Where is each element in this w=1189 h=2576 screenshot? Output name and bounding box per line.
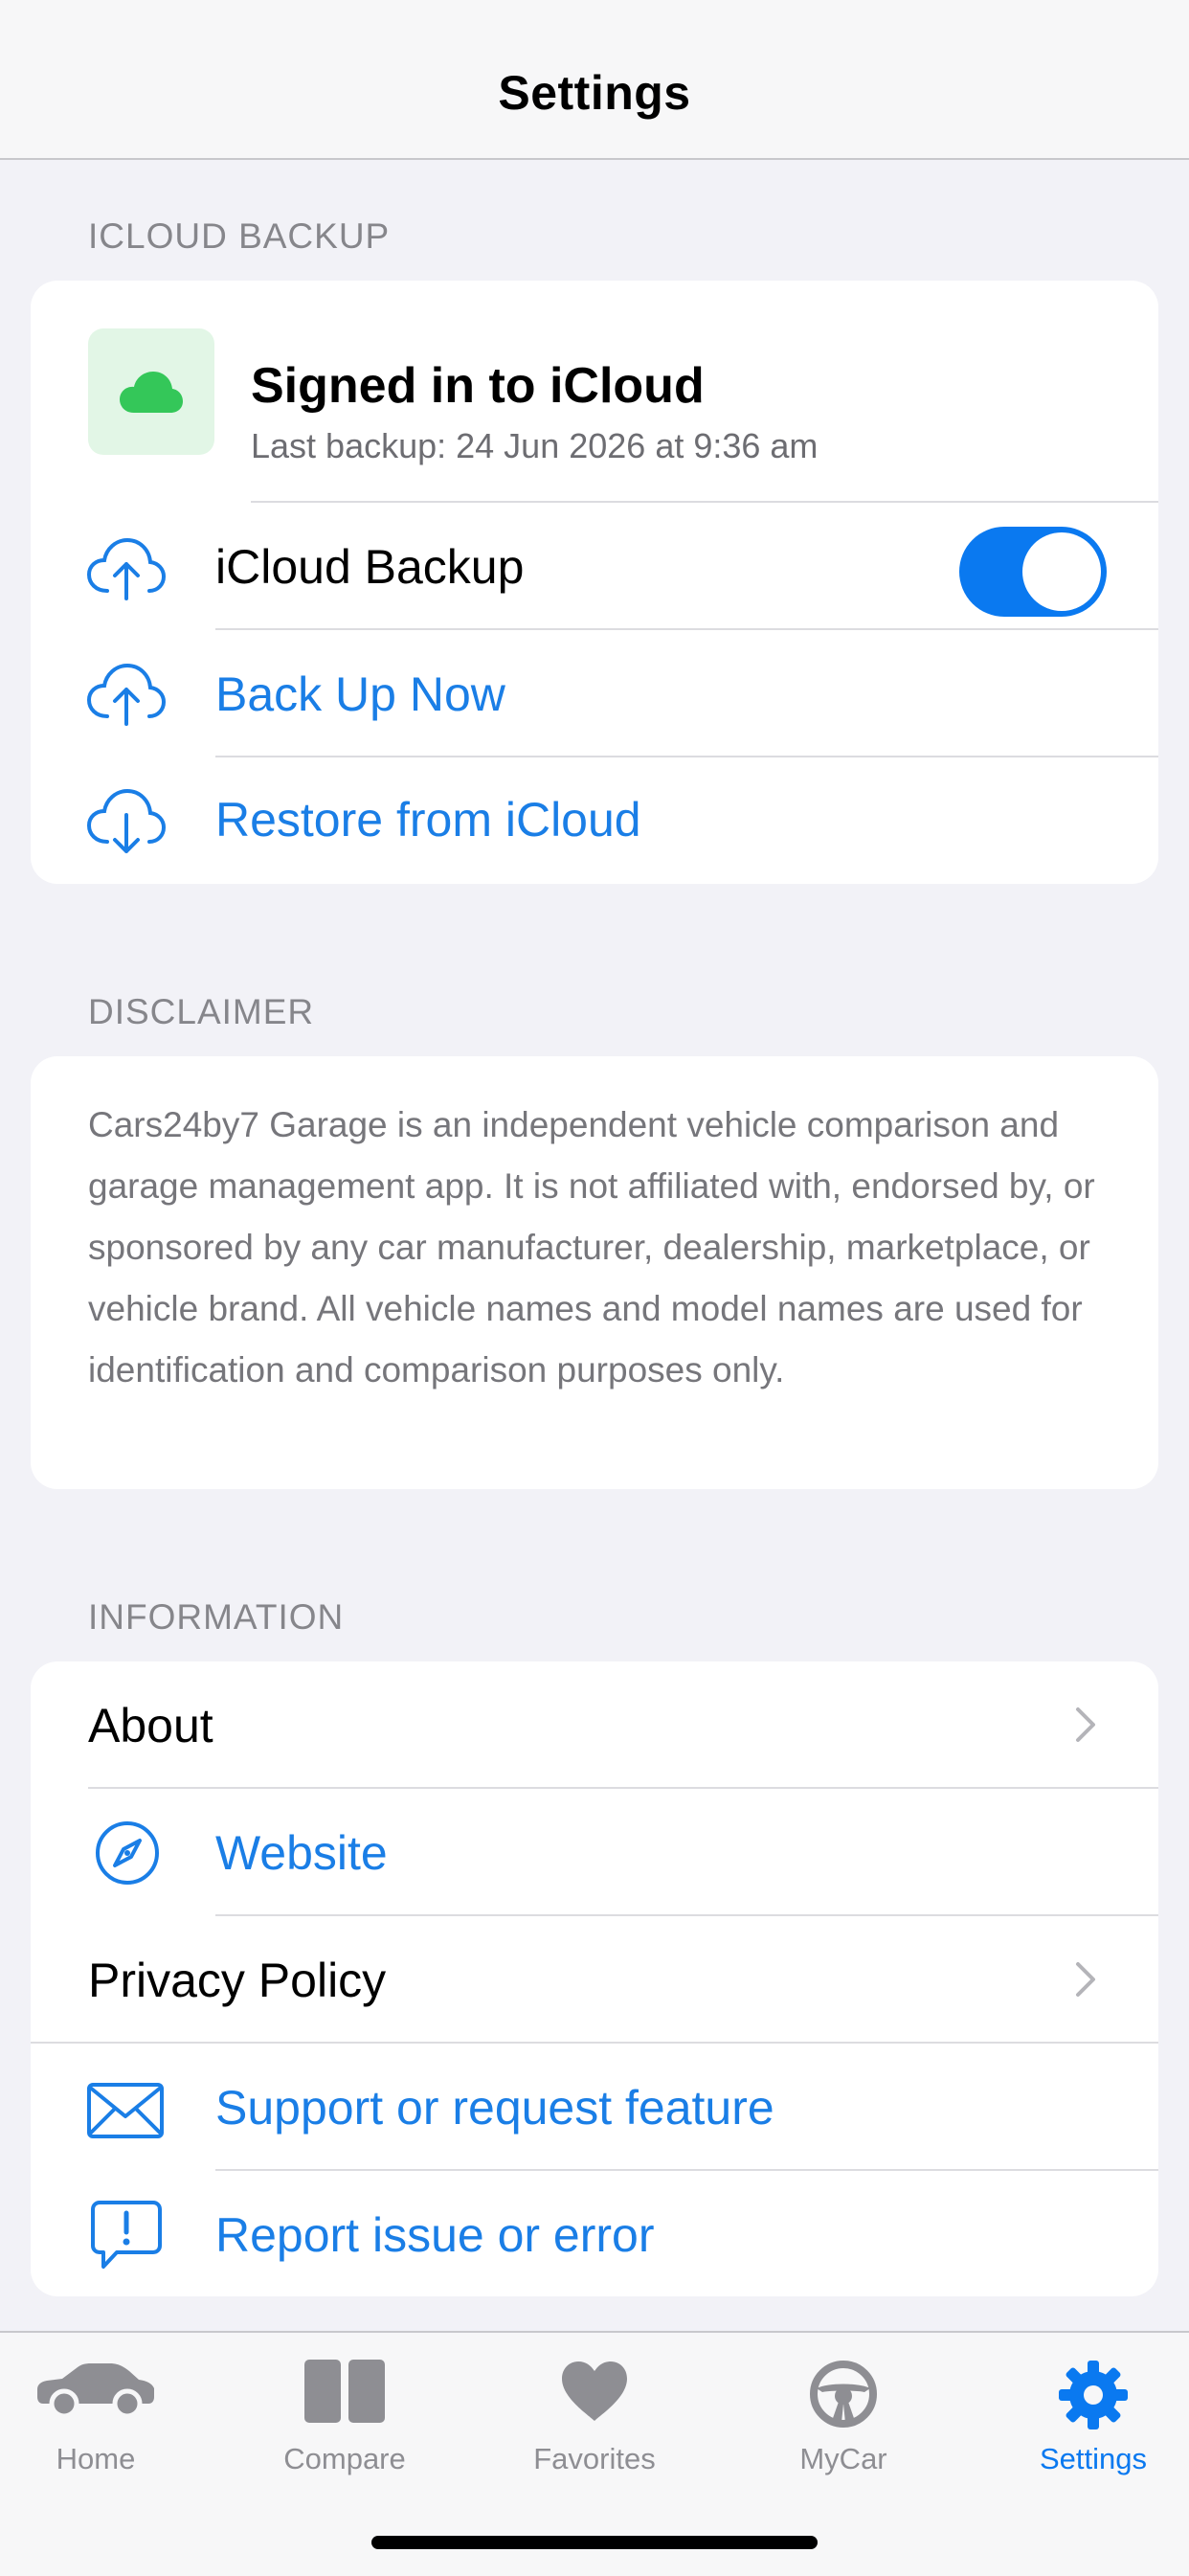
info-item-website[interactable]: Website xyxy=(31,1789,1158,1916)
split-squares-icon xyxy=(304,2360,385,2423)
icloud-status-title: Signed in to iCloud xyxy=(251,358,705,414)
section-header-icloud-backup: ICLOUD BACKUP xyxy=(88,216,391,256)
compass-icon xyxy=(96,1821,159,1885)
tab-compare[interactable]: Compare xyxy=(226,2333,463,2524)
chevron-right-icon xyxy=(1076,1707,1095,1742)
icloud-backup-toggle[interactable] xyxy=(959,527,1107,617)
tab-home[interactable]: Home xyxy=(0,2333,191,2524)
page-title: Settings xyxy=(498,66,691,120)
heart-icon xyxy=(562,2361,627,2421)
icloud-backup-card: Signed in to iCloud Last backup: 24 Jun … xyxy=(31,281,1158,884)
icloud-status-row: Signed in to iCloud Last backup: 24 Jun … xyxy=(31,281,1158,503)
tab-compare-label: Compare xyxy=(283,2442,406,2475)
envelope-icon xyxy=(87,2083,164,2138)
tab-favorites-label: Favorites xyxy=(533,2442,656,2475)
chevron-right-icon xyxy=(1076,1962,1095,1997)
back-up-now-row[interactable]: Back Up Now xyxy=(31,630,1158,757)
info-item-support[interactable]: Support or request feature xyxy=(31,2044,1158,2171)
gear-icon xyxy=(1059,2361,1128,2429)
cloud-download-icon xyxy=(86,788,167,853)
section-header-disclaimer: DISCLAIMER xyxy=(88,992,315,1031)
tab-mycar[interactable]: MyCar xyxy=(725,2333,962,2524)
disclaimer-card: Cars24by7 Garage is an independent vehic… xyxy=(31,1056,1158,1489)
restore-from-icloud-row[interactable]: Restore from iCloud xyxy=(31,757,1158,884)
car-icon xyxy=(37,2363,154,2419)
info-item-privacy-policy[interactable]: Privacy Policy xyxy=(31,1916,1158,2044)
steering-wheel-icon xyxy=(810,2361,877,2428)
icloud-backup-label: iCloud Backup xyxy=(215,540,525,594)
cloud-upload-icon xyxy=(86,663,167,726)
privacy-policy-label: Privacy Policy xyxy=(88,1954,387,2007)
information-card: About Website Privacy Policy Support or … xyxy=(31,1661,1158,2296)
tab-settings-label: Settings xyxy=(1039,2442,1147,2475)
tab-favorites[interactable]: Favorites xyxy=(476,2333,713,2524)
info-item-about[interactable]: About xyxy=(31,1661,1158,1789)
website-link[interactable]: Website xyxy=(215,1825,388,1881)
tab-home-label: Home xyxy=(56,2442,136,2475)
cloud-upload-icon xyxy=(86,537,167,600)
back-up-now-button[interactable]: Back Up Now xyxy=(215,667,505,722)
about-label: About xyxy=(88,1699,213,1752)
cloud-icon xyxy=(120,372,183,413)
support-request-feature-link[interactable]: Support or request feature xyxy=(215,2080,774,2135)
restore-from-icloud-button[interactable]: Restore from iCloud xyxy=(215,792,641,847)
info-item-report-issue[interactable]: Report issue or error xyxy=(31,2171,1158,2296)
section-header-information: INFORMATION xyxy=(88,1597,345,1637)
navigation-bar: Settings xyxy=(0,0,1189,160)
icloud-status-tile xyxy=(88,328,214,455)
tab-settings[interactable]: Settings xyxy=(998,2333,1189,2524)
home-indicator xyxy=(371,2536,818,2549)
toggle-knob xyxy=(1022,532,1101,611)
icloud-backup-toggle-row: iCloud Backup xyxy=(31,503,1158,630)
exclamation-bubble-icon xyxy=(91,2201,162,2269)
disclaimer-text: Cars24by7 Garage is an independent vehic… xyxy=(88,1105,1095,1390)
last-backup-text: Last backup: 24 Jun 2026 at 9:36 am xyxy=(251,426,819,465)
tab-mycar-label: MyCar xyxy=(799,2442,887,2475)
report-issue-link[interactable]: Report issue or error xyxy=(215,2207,655,2263)
